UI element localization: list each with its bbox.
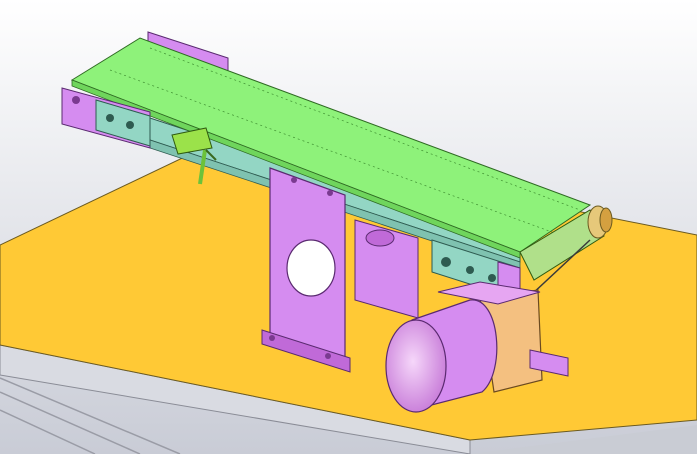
rear-bracket-hole <box>365 229 395 247</box>
front-bracket-bolt-4 <box>325 353 331 359</box>
front-bracket-bolt-2 <box>327 190 333 196</box>
right-plate-hole-3 <box>488 274 496 282</box>
left-plate-hole-2 <box>106 114 114 122</box>
right-plate-hole-1 <box>441 257 451 267</box>
front-bracket-bolt-1 <box>291 177 297 183</box>
front-bracket-hole <box>286 239 336 297</box>
drive-roller-gear <box>599 207 613 233</box>
left-plate-hole-1 <box>72 96 80 104</box>
front-support-bracket[interactable] <box>261 167 351 373</box>
motor-end-cap <box>385 319 447 413</box>
left-plate-hole-3 <box>126 121 134 129</box>
right-plate-hole-2 <box>466 266 474 274</box>
conveyor-model-scene[interactable] <box>0 0 697 454</box>
cad-viewport[interactable] <box>0 0 697 454</box>
front-bracket-bolt-3 <box>269 335 275 341</box>
